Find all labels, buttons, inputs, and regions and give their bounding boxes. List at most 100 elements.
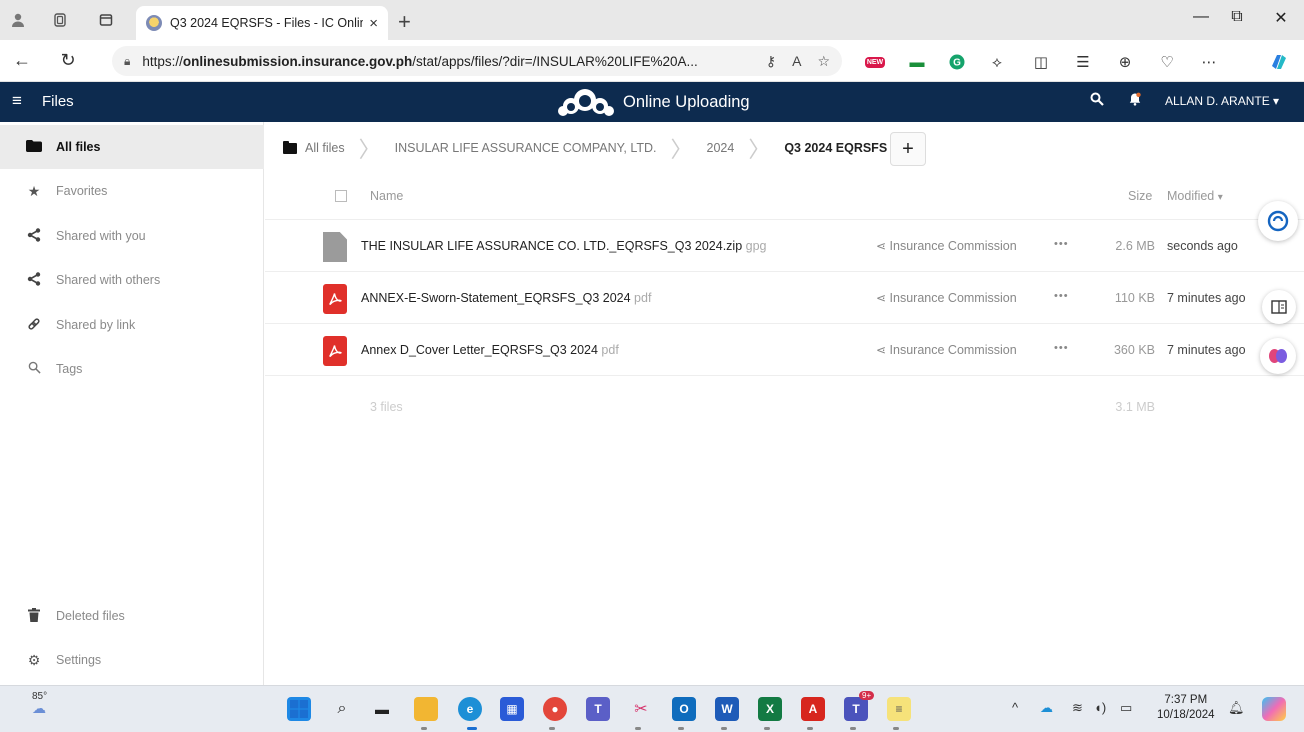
- edge-browser-icon[interactable]: e: [458, 697, 482, 721]
- sidebar-item-settings[interactable]: ⚙ Settings: [0, 638, 264, 682]
- sidebar-item-label: Shared by link: [56, 318, 136, 332]
- battery-icon[interactable]: ▭: [1120, 700, 1132, 716]
- sidebar-item-shared-by-link[interactable]: Shared by link: [0, 303, 264, 347]
- sidebar-item-tags[interactable]: Tags: [0, 347, 264, 391]
- sidebar-item-deleted-files[interactable]: Deleted files: [0, 594, 264, 638]
- copilot-icon[interactable]: [1268, 51, 1290, 73]
- printer-extension-icon[interactable]: ▬: [906, 51, 928, 73]
- user-menu[interactable]: ALLAN D. ARANTE ▾: [1165, 94, 1279, 108]
- breadcrumb-company[interactable]: INSULAR LIFE ASSURANCE COMPANY, LTD.: [395, 141, 657, 155]
- file-actions-menu-icon[interactable]: •••: [1054, 290, 1069, 302]
- close-window-button[interactable]: ✕: [1266, 8, 1296, 28]
- file-count: 3 files: [370, 400, 403, 414]
- volume-icon[interactable]: ◖): [1094, 700, 1106, 715]
- active-browser-tab[interactable]: Q3 2024 EQRSFS - Files - IC Onlin ×: [136, 6, 388, 40]
- select-all-checkbox[interactable]: [335, 190, 347, 202]
- column-size[interactable]: Size: [1128, 189, 1152, 203]
- notepad-icon[interactable]: ≡: [887, 697, 911, 721]
- acrobat-icon[interactable]: A: [801, 697, 825, 721]
- read-aloud-icon[interactable]: A: [792, 53, 801, 69]
- column-modified[interactable]: Modified ▾: [1167, 189, 1223, 203]
- back-arrow-icon[interactable]: ←: [10, 50, 34, 71]
- more-options-icon[interactable]: ⋯: [1198, 51, 1220, 73]
- notification-bell-icon[interactable]: 🔔︎: [1228, 700, 1245, 716]
- brain-extension-icon[interactable]: [1260, 338, 1296, 374]
- file-size: 2.6 MB: [1115, 239, 1155, 253]
- copilot-taskbar-icon[interactable]: [1262, 697, 1286, 721]
- new-tab-button[interactable]: +: [398, 9, 411, 35]
- key-icon[interactable]: ⚷: [766, 53, 776, 70]
- file-explorer-icon[interactable]: [414, 697, 438, 721]
- share-status[interactable]: ⋖ Insurance Commission: [876, 343, 1017, 357]
- system-clock[interactable]: 7:37 PM 10/18/2024: [1157, 693, 1215, 723]
- file-name[interactable]: ANNEX-E-Sworn-Statement_EQRSFS_Q3 2024 p…: [361, 291, 651, 305]
- favorites-list-icon[interactable]: ☰: [1072, 51, 1094, 73]
- breadcrumb-current[interactable]: Q3 2024 EQRSFS: [784, 141, 887, 155]
- brand-logo[interactable]: Online Uploading: [555, 87, 750, 117]
- new-extension-icon[interactable]: NEW: [864, 51, 886, 73]
- snipping-tool-icon[interactable]: ✂: [629, 697, 653, 721]
- lock-icon: 🔒︎: [124, 53, 131, 68]
- table-row[interactable]: THE INSULAR LIFE ASSURANCE CO. LTD._EQRS…: [265, 220, 1304, 272]
- share-status[interactable]: ⋖ Insurance Commission: [876, 239, 1017, 253]
- sidebar-item-label: Tags: [56, 362, 83, 376]
- app-menu-label[interactable]: Files: [42, 93, 74, 110]
- column-name[interactable]: Name: [370, 189, 403, 203]
- hamburger-menu-icon[interactable]: ≡: [12, 91, 22, 111]
- sidebar-item-favorites[interactable]: ★ Favorites: [0, 169, 264, 213]
- tab-actions-icon[interactable]: [96, 10, 116, 30]
- table-row[interactable]: ANNEX-E-Sworn-Statement_EQRSFS_Q3 2024 p…: [265, 272, 1304, 324]
- search-icon[interactable]: [1090, 92, 1104, 109]
- windows-taskbar: 85° ☁ ⌕ ▬ e ▦ ● T ✂ O W X A T 9+ ≡ ^ ☁ ≋…: [0, 685, 1304, 732]
- search-icon[interactable]: ⌕: [330, 697, 354, 721]
- tab-close-icon[interactable]: ×: [369, 15, 378, 32]
- chrome-icon[interactable]: ●: [543, 697, 567, 721]
- sidebar-item-shared-with-you[interactable]: Shared with you: [0, 214, 264, 258]
- notifications-bell-icon[interactable]: [1128, 92, 1142, 109]
- teams-work-icon[interactable]: T: [844, 697, 868, 721]
- file-name[interactable]: Annex D_Cover Letter_EQRSFS_Q3 2024 pdf: [361, 343, 619, 357]
- folder-icon: [283, 140, 297, 154]
- copilot-side-icon[interactable]: [1258, 201, 1298, 241]
- outlook-icon[interactable]: O: [672, 697, 696, 721]
- sidebar-item-shared-with-others[interactable]: Shared with others: [0, 258, 264, 302]
- table-row[interactable]: Annex D_Cover Letter_EQRSFS_Q3 2024 pdf …: [265, 324, 1304, 376]
- browser-essentials-icon[interactable]: ♡: [1156, 51, 1178, 73]
- app-indicator: [764, 727, 770, 730]
- file-size: 110 KB: [1114, 291, 1155, 305]
- workspaces-icon[interactable]: [50, 10, 70, 30]
- file-modified: 7 minutes ago: [1167, 343, 1246, 357]
- start-windows-icon[interactable]: [287, 697, 311, 721]
- reading-view-icon[interactable]: [1262, 290, 1296, 324]
- task-view-icon[interactable]: ▬: [370, 697, 394, 721]
- word-icon[interactable]: W: [715, 697, 739, 721]
- show-hidden-icons[interactable]: ^: [1012, 700, 1018, 715]
- browser-tab-strip: Q3 2024 EQRSFS - Files - IC Onlin × + — …: [0, 0, 1304, 40]
- sidebar-item-all-files[interactable]: All files: [0, 125, 264, 169]
- grammarly-icon[interactable]: G: [946, 51, 968, 73]
- collections-icon[interactable]: ⊕: [1114, 51, 1136, 73]
- split-screen-icon[interactable]: ◫: [1030, 51, 1052, 73]
- weather-widget[interactable]: 85° ☁: [32, 691, 47, 717]
- store-icon[interactable]: ▦: [500, 697, 524, 721]
- favorite-star-icon[interactable]: ☆: [817, 53, 830, 70]
- address-bar[interactable]: 🔒︎ https://onlinesubmission.insurance.go…: [112, 46, 842, 76]
- file-actions-menu-icon[interactable]: •••: [1054, 238, 1069, 250]
- share-status[interactable]: ⋖ Insurance Commission: [876, 291, 1017, 305]
- refresh-icon[interactable]: ↻: [56, 50, 80, 71]
- wifi-icon[interactable]: ≋: [1072, 700, 1083, 716]
- onedrive-icon[interactable]: ☁: [1040, 700, 1053, 716]
- extensions-icon[interactable]: ⟡: [986, 51, 1008, 73]
- teams-icon[interactable]: T: [586, 697, 610, 721]
- sidebar-item-label: Settings: [56, 653, 102, 667]
- excel-icon[interactable]: X: [758, 697, 782, 721]
- add-new-button[interactable]: +: [890, 132, 926, 166]
- file-actions-menu-icon[interactable]: •••: [1054, 342, 1069, 354]
- profile-icon[interactable]: [8, 10, 28, 30]
- restore-button[interactable]: ⧉: [1222, 8, 1252, 26]
- total-size: 3.1 MB: [1115, 400, 1155, 414]
- breadcrumb-all-files[interactable]: All files: [305, 141, 345, 155]
- minimize-button[interactable]: —: [1186, 8, 1216, 26]
- breadcrumb-year[interactable]: 2024: [707, 141, 735, 155]
- file-name[interactable]: THE INSULAR LIFE ASSURANCE CO. LTD._EQRS…: [361, 239, 766, 253]
